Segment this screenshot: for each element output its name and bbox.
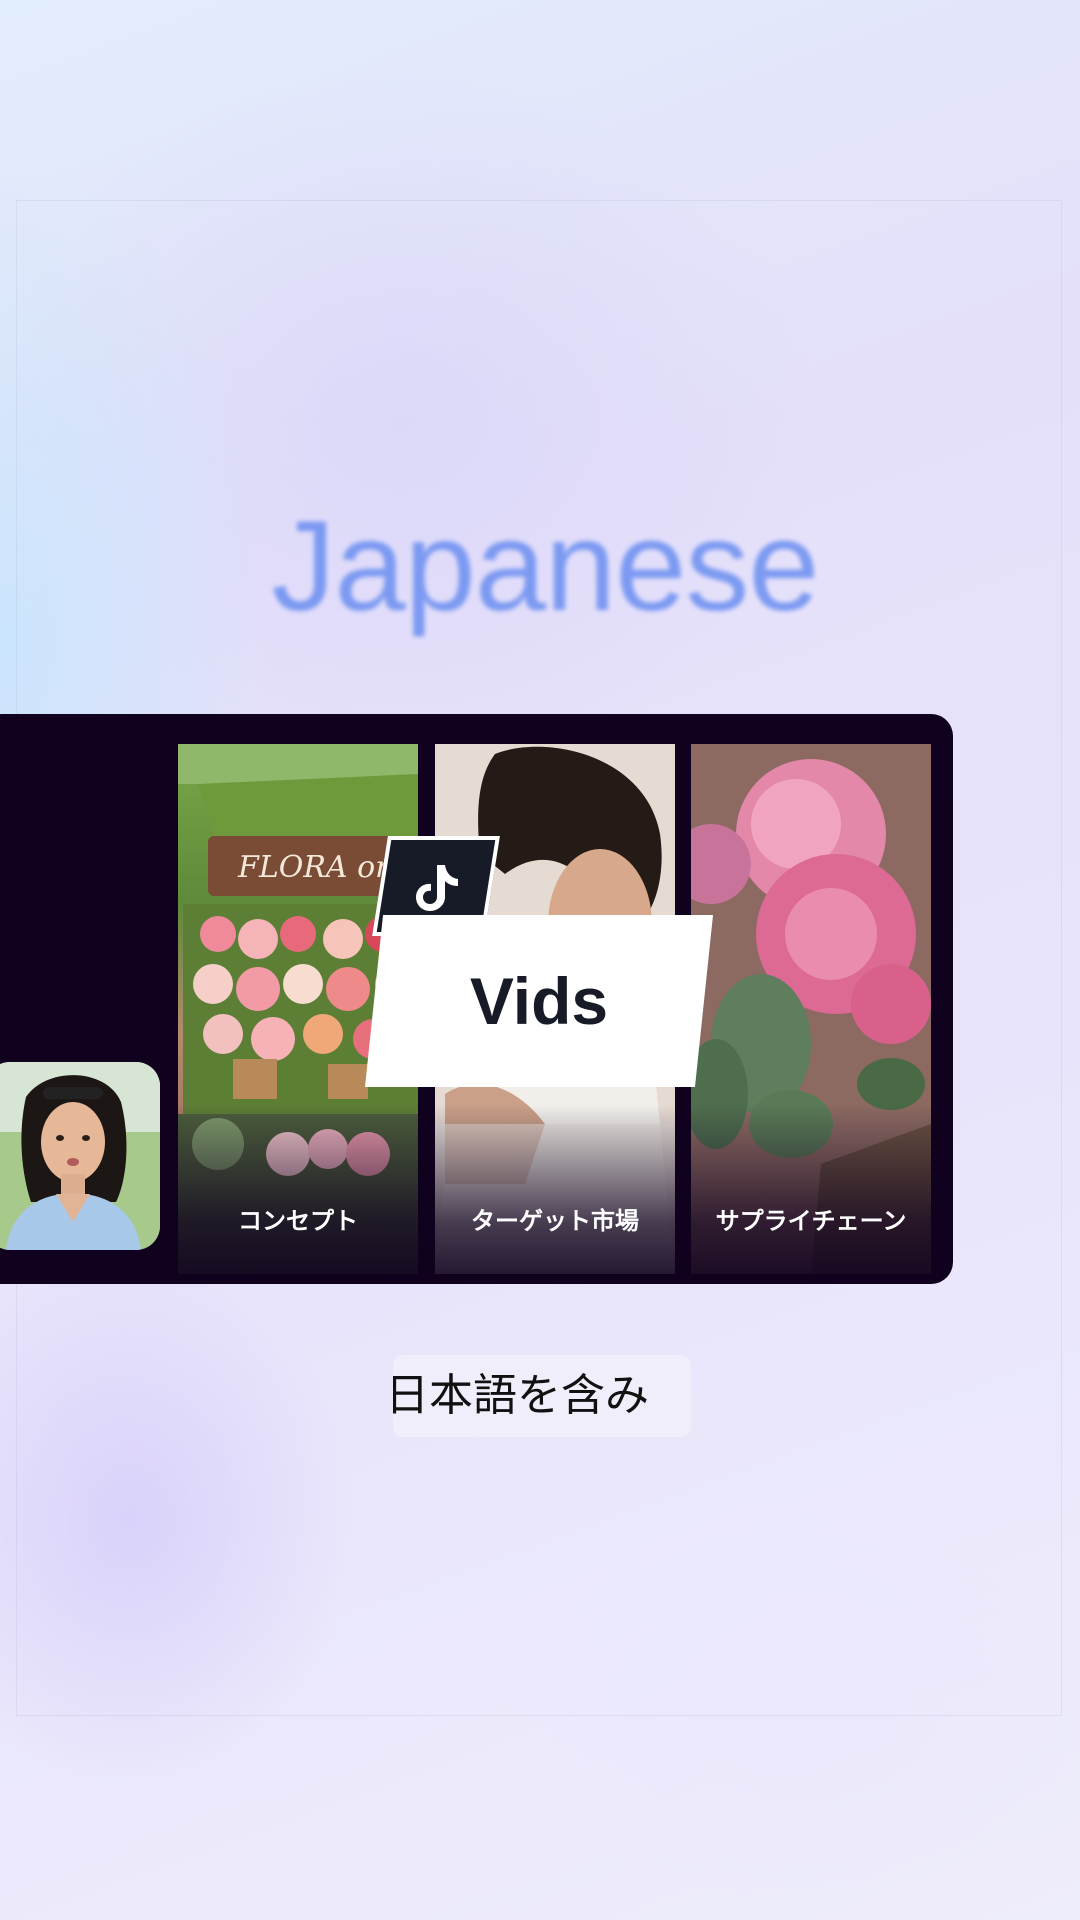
scene-card-supply-chain[interactable]: サプライチェーン	[691, 744, 931, 1274]
caption-text: 日本語を含み	[393, 1370, 649, 1421]
scene-label-supply-chain: サプライチェーン	[715, 1207, 907, 1235]
card-shade	[435, 1104, 675, 1274]
headline-text: Japanese	[271, 495, 819, 638]
tiktok-note-icon	[416, 865, 458, 911]
brand-name: Vids	[469, 964, 609, 1038]
presenter-avatar	[0, 1062, 160, 1250]
scene-label-target-market: ターゲット市場	[471, 1207, 639, 1235]
scene-label-concept: コンセプト	[238, 1207, 358, 1235]
presenter-woman-photo	[0, 1062, 160, 1250]
video-frame: Japanese FLORA on the F	[0, 0, 1080, 1920]
subtitle-caption: 日本語を含み	[393, 1355, 691, 1437]
card-shade	[178, 1104, 418, 1274]
card-shade	[691, 1104, 931, 1274]
